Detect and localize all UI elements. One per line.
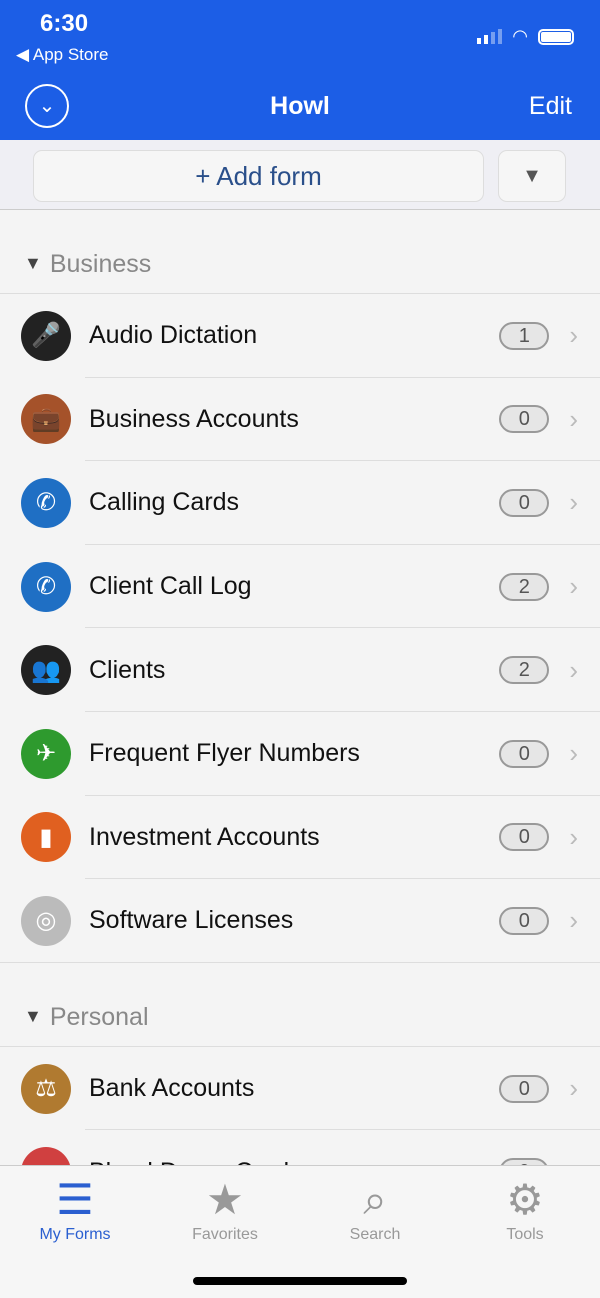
item-label: Audio Dictation xyxy=(89,321,258,350)
phone-icon: ✆ xyxy=(21,561,71,612)
item-label: Frequent Flyer Numbers xyxy=(89,739,360,768)
edit-button[interactable]: Edit xyxy=(529,92,572,121)
people-icon: 👥 xyxy=(21,645,71,696)
list-item[interactable]: ▮ Investment Accounts 0 › xyxy=(0,796,600,880)
forms-icon: ☰ xyxy=(56,1176,94,1223)
gear-icon: ⚙ xyxy=(506,1176,544,1223)
list-item[interactable]: ✆ Calling Cards 0 › xyxy=(0,461,600,545)
home-indicator xyxy=(193,1277,407,1285)
scales-icon: ⚖ xyxy=(21,1063,71,1114)
count-badge: 0 xyxy=(499,1158,550,1165)
count-badge: 0 xyxy=(499,1074,550,1103)
chevron-right-icon: › xyxy=(569,905,578,936)
search-icon: ⌕ xyxy=(363,1176,387,1223)
count-badge: 0 xyxy=(499,488,550,517)
chevron-right-icon: › xyxy=(569,571,578,602)
list-item[interactable]: ⚖ Bank Accounts 0 › xyxy=(0,1047,600,1131)
battery-icon xyxy=(538,28,574,45)
chevron-right-icon: › xyxy=(569,738,578,769)
dropdown-button[interactable]: ▼ xyxy=(498,150,566,202)
list-item[interactable]: ✈ Frequent Flyer Numbers 0 › xyxy=(0,712,600,796)
microphone-icon: 🎤 xyxy=(21,310,71,361)
item-label: Software Licenses xyxy=(89,906,294,935)
chevron-right-icon: › xyxy=(569,487,578,518)
count-badge: 1 xyxy=(499,321,550,350)
chevron-right-icon: › xyxy=(569,1157,578,1165)
star-icon: ★ xyxy=(206,1176,244,1223)
section-header-personal[interactable]: ▼ Personal xyxy=(0,963,600,1047)
tab-tools[interactable]: ⚙ Tools xyxy=(450,1166,600,1298)
back-to-app-store[interactable]: ◀ App Store xyxy=(16,45,108,65)
disclosure-triangle-icon: ▼ xyxy=(24,1005,42,1026)
nav-bar: 6:30 ◀ App Store ◠ ⌄ Howl Edit xyxy=(0,0,600,140)
list-item[interactable]: ◎ Software Licenses 0 › xyxy=(0,879,600,963)
card-icon: ▬ xyxy=(21,1147,71,1165)
bar-chart-icon: ▮ xyxy=(21,812,71,863)
chevron-right-icon: › xyxy=(569,821,578,852)
chevron-right-icon: › xyxy=(569,654,578,685)
count-badge: 0 xyxy=(499,906,550,935)
chevron-right-icon: › xyxy=(569,320,578,351)
section-header-business[interactable]: ▼ Business xyxy=(0,210,600,294)
list-item[interactable]: ✆ Client Call Log 2 › xyxy=(0,545,600,629)
count-badge: 2 xyxy=(499,656,550,685)
count-badge: 0 xyxy=(499,823,550,852)
phone-icon: ✆ xyxy=(21,477,71,528)
item-label: Blood Donor Card xyxy=(89,1158,499,1165)
page-title: Howl xyxy=(270,92,330,120)
tab-my-forms[interactable]: ☰ My Forms xyxy=(0,1166,150,1298)
status-icons: ◠ xyxy=(477,26,574,47)
count-badge: 0 xyxy=(499,739,550,768)
item-label: Calling Cards xyxy=(89,488,240,517)
item-label: Clients xyxy=(89,655,166,684)
count-badge: 0 xyxy=(499,405,550,434)
wifi-icon: ◠ xyxy=(512,26,528,46)
list-item[interactable]: 🎤 Audio Dictation 1 › xyxy=(0,294,600,378)
item-label: Investment Accounts xyxy=(89,822,320,851)
status-time: 6:30 xyxy=(40,10,89,37)
forms-list: ▼ Business 🎤 Audio Dictation 1 › 💼 Business Acc… xyxy=(0,210,600,1165)
item-label: Business Accounts xyxy=(89,404,299,433)
toolbar: + Add form ▼ xyxy=(0,140,600,210)
item-label: Client Call Log xyxy=(89,572,252,601)
airplane-icon: ✈ xyxy=(21,728,71,779)
disclosure-triangle-icon: ▼ xyxy=(24,253,42,273)
chevron-right-icon: › xyxy=(569,403,578,434)
count-badge: 2 xyxy=(499,572,550,601)
disc-icon: ◎ xyxy=(21,895,71,946)
briefcase-icon: 💼 xyxy=(21,394,71,445)
item-label: Bank Accounts xyxy=(89,1074,255,1103)
list-item[interactable]: 💼 Business Accounts 0 › xyxy=(0,378,600,462)
list-item[interactable]: ▬ Blood Donor Card0 › xyxy=(0,1130,600,1165)
chevron-right-icon: › xyxy=(569,1073,578,1104)
add-form-button[interactable]: + Add form xyxy=(33,150,484,202)
list-item[interactable]: 👥 Clients 2 › xyxy=(0,628,600,712)
signal-icon xyxy=(477,29,503,44)
